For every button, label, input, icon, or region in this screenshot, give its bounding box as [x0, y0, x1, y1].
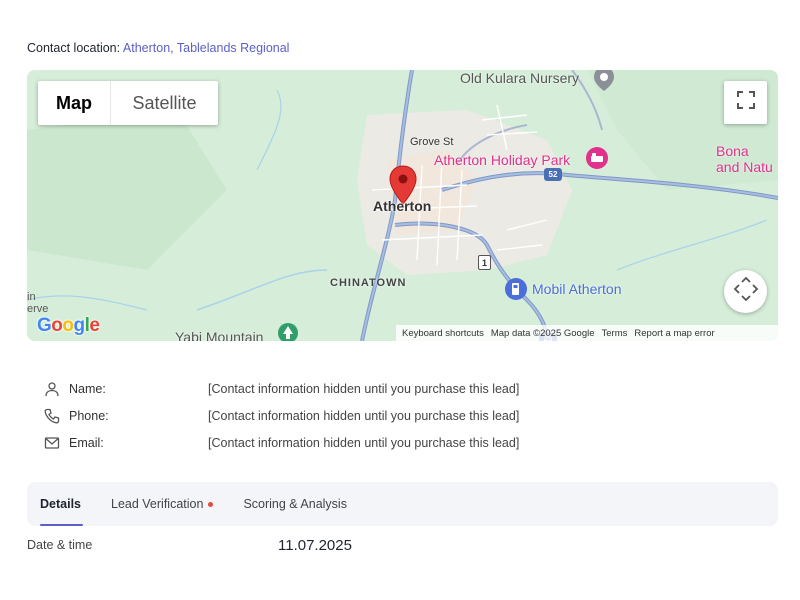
map-view-button[interactable]: Map [38, 81, 111, 125]
contact-email-row: Email: [Contact information hidden until… [43, 429, 603, 456]
map-label-holiday-park[interactable]: Atherton Holiday Park [434, 152, 570, 168]
report-map-error-link[interactable]: Report a map error [634, 328, 714, 339]
map[interactable]: Map Satellite 52 1 25 [27, 70, 778, 341]
tab-details[interactable]: Details [40, 482, 83, 526]
email-label: Email: [69, 435, 104, 450]
phone-icon [43, 407, 61, 425]
email-value: [Contact information hidden until you pu… [208, 435, 520, 450]
map-label-street: Grove St [410, 136, 454, 148]
camera-control-icon [733, 276, 759, 307]
park-pin-icon[interactable] [277, 322, 299, 341]
date-time-label: Date & time [27, 538, 93, 552]
tab-details-label: Details [40, 497, 81, 511]
contact-location-link[interactable]: Atherton, Tablelands Regional [123, 41, 290, 55]
route-1-shield: 1 [478, 255, 491, 270]
satellite-view-button[interactable]: Satellite [111, 81, 218, 125]
notification-dot [208, 501, 214, 507]
map-label-edge: in erve [27, 291, 49, 315]
fullscreen-icon [736, 90, 756, 115]
map-label-mobil[interactable]: Mobil Atherton [532, 281, 622, 297]
contact-location: Contact location: Atherton, Tablelands R… [27, 41, 289, 55]
map-label-city: Atherton [373, 198, 432, 214]
contact-name-row: Name: [Contact information hidden until … [43, 375, 603, 402]
google-logo[interactable]: Google [37, 315, 100, 337]
name-label: Name: [69, 381, 106, 396]
map-attribution-bar: Keyboard shortcuts Map data ©2025 Google… [396, 325, 778, 341]
contact-info: Name: [Contact information hidden until … [43, 375, 603, 456]
phone-value: [Contact information hidden until you pu… [208, 408, 520, 423]
tab-scoring-analysis-label: Scoring & Analysis [243, 497, 347, 511]
contact-location-label: Contact location: [27, 41, 121, 55]
mail-icon [43, 434, 61, 452]
map-label-nursery[interactable]: Old Kulara Nursery [460, 70, 579, 86]
tab-lead-verification[interactable]: Lead Verification [111, 482, 214, 526]
hotel-pin-icon[interactable] [585, 146, 609, 175]
contact-phone-row: Phone: [Contact information hidden until… [43, 402, 603, 429]
date-time-value: 11.07.2025 [278, 536, 352, 554]
user-icon [43, 380, 61, 398]
map-type-control: Map Satellite [38, 81, 218, 125]
detail-tabs: Details Lead Verification Scoring & Anal… [27, 482, 778, 526]
route-52-shield: 52 [544, 168, 562, 181]
map-label-bona[interactable]: Bona and Natu [716, 143, 773, 175]
gas-station-pin-icon[interactable] [504, 277, 528, 306]
map-label-chinatown: CHINATOWN [330, 277, 407, 289]
map-data-attribution: Map data ©2025 Google [490, 327, 595, 339]
camera-control-button[interactable] [724, 270, 767, 313]
nursery-pin-icon[interactable] [593, 70, 615, 97]
phone-label: Phone: [69, 408, 109, 423]
terms-link[interactable]: Terms [602, 328, 628, 339]
tab-scoring-analysis[interactable]: Scoring & Analysis [243, 482, 347, 526]
date-time-row: Date & time 11.07.2025 [27, 533, 727, 557]
fullscreen-button[interactable] [724, 81, 767, 124]
tab-lead-verification-label: Lead Verification [111, 497, 204, 511]
keyboard-shortcuts-link[interactable]: Keyboard shortcuts [402, 328, 484, 339]
name-value: [Contact information hidden until you pu… [208, 381, 520, 396]
map-label-yabi[interactable]: Yabi Mountain [175, 329, 263, 341]
